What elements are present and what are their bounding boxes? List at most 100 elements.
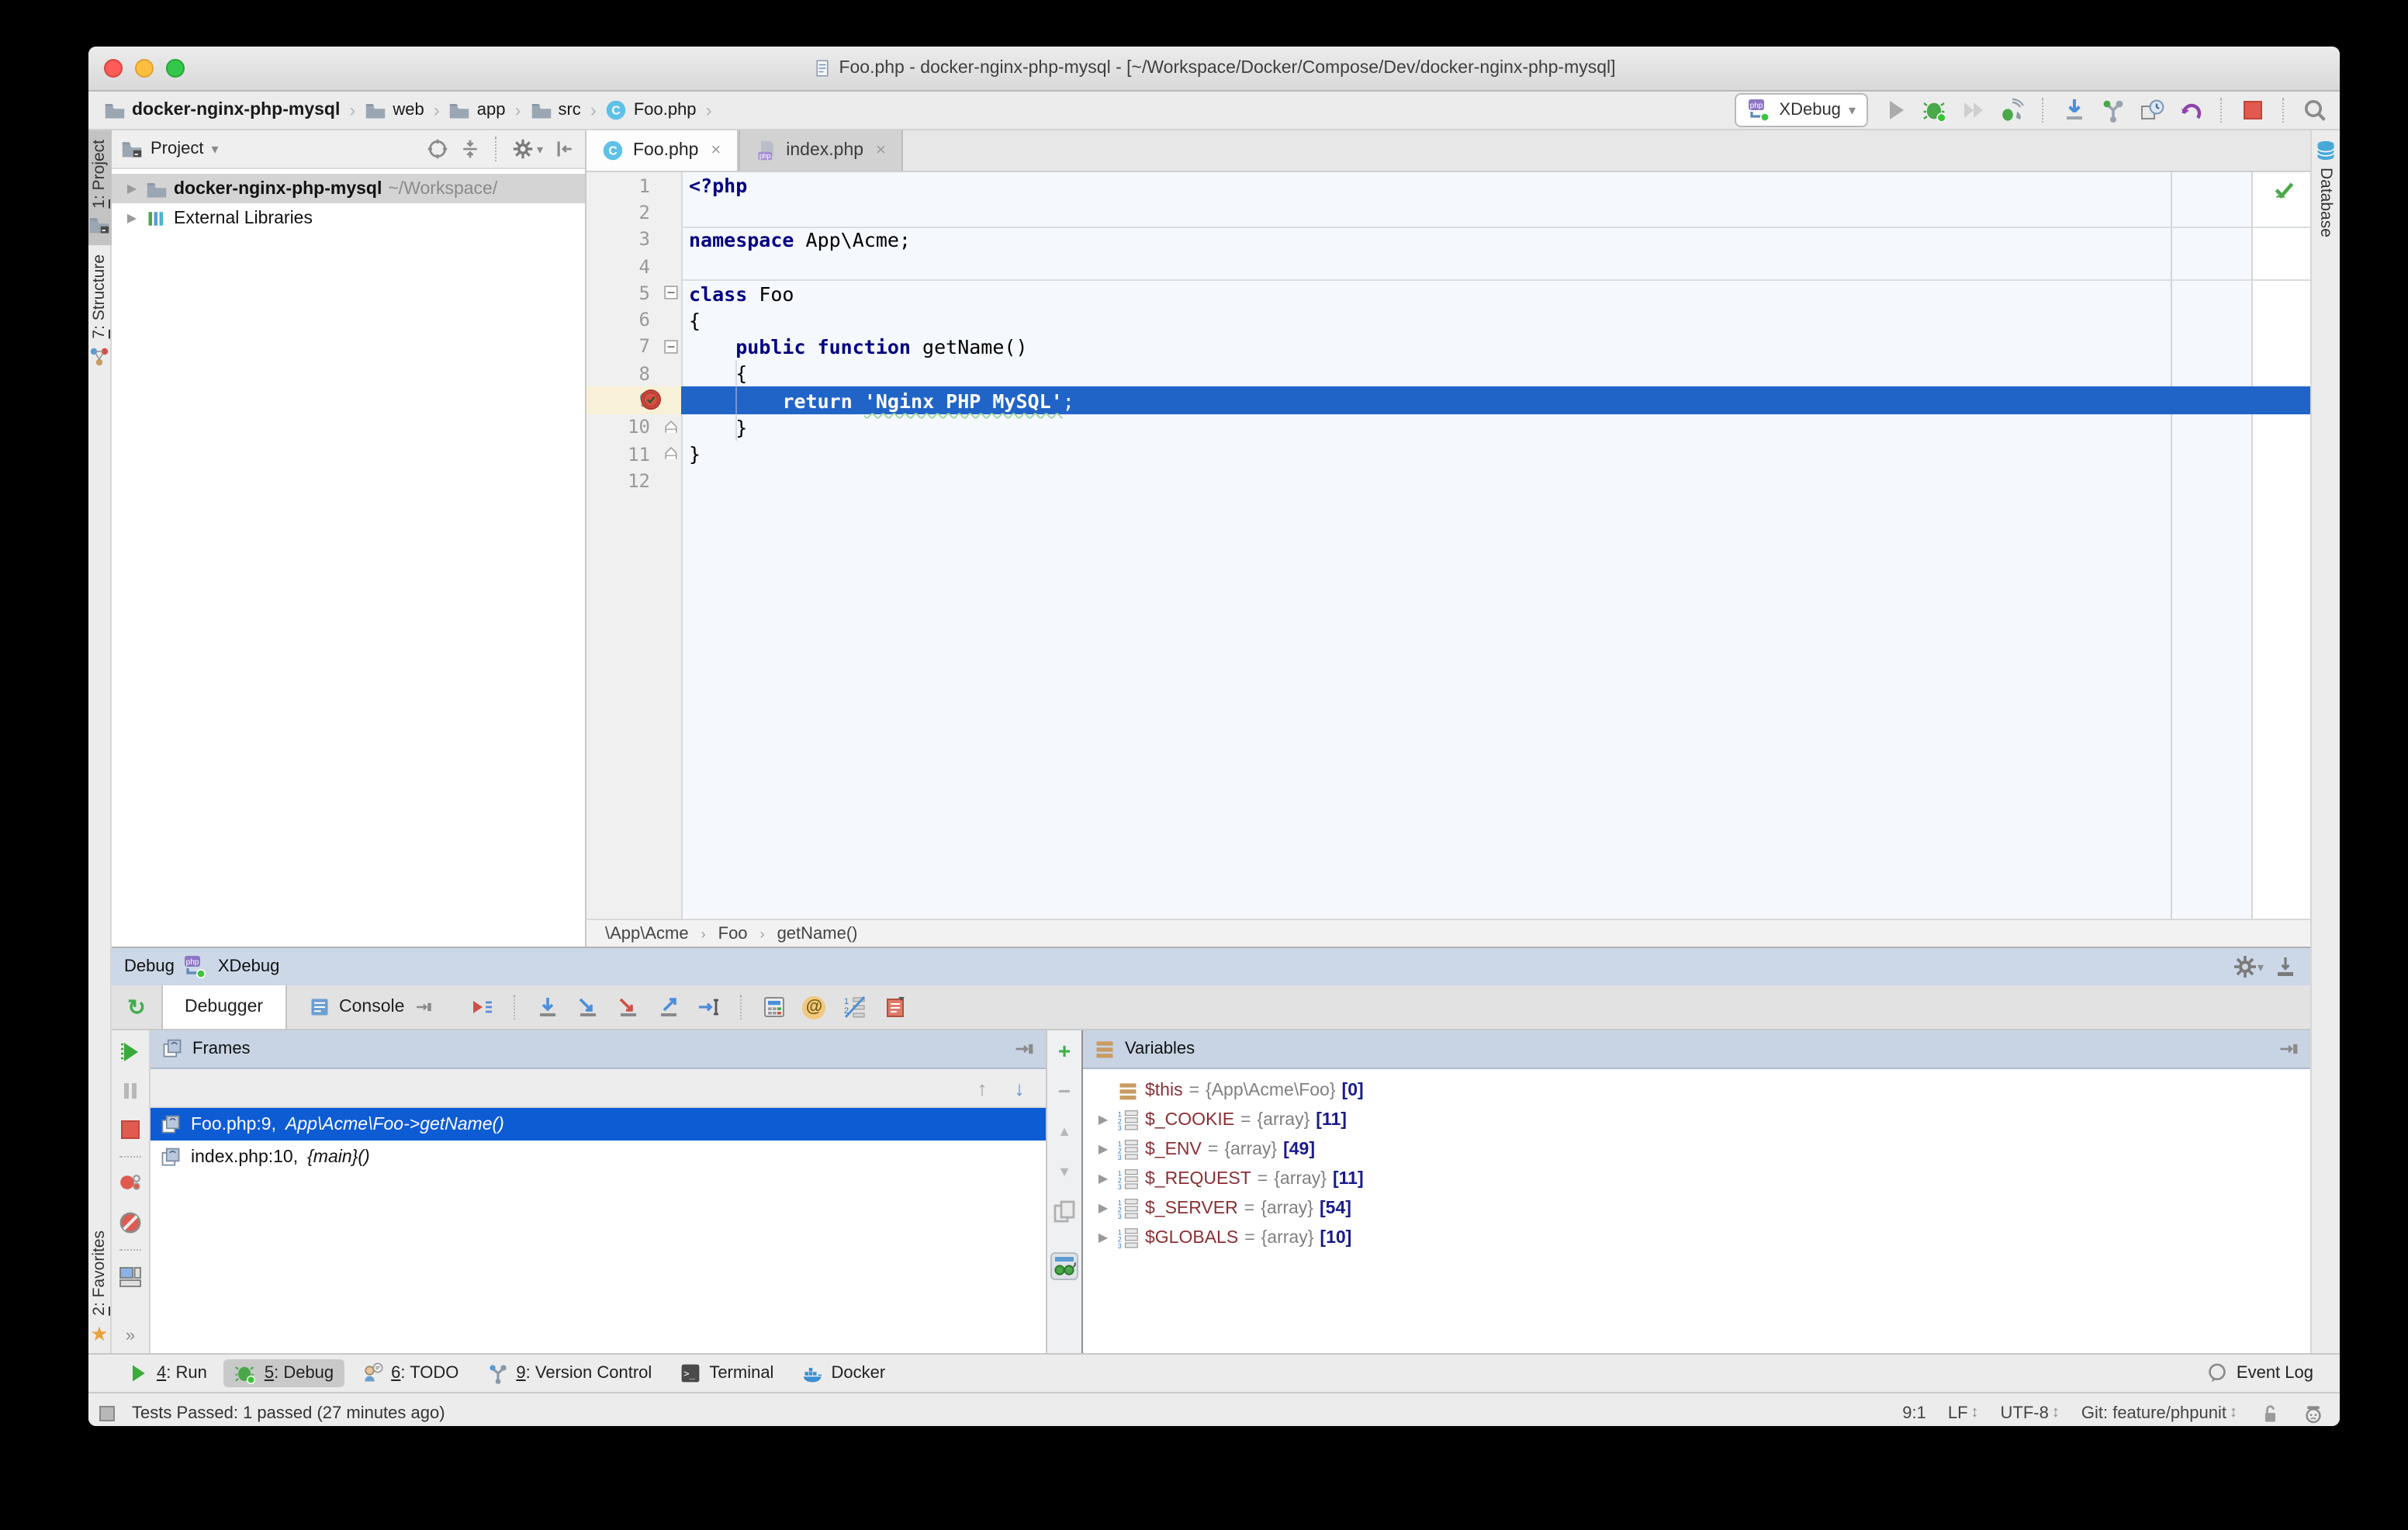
breadcrumb-item[interactable]: web [362, 99, 427, 121]
search-icon[interactable] [2302, 98, 2327, 123]
history-icon[interactable] [2140, 98, 2164, 123]
gear-icon[interactable] [512, 138, 534, 160]
run-to-cursor-icon[interactable] [696, 995, 721, 1019]
breadcrumb-item[interactable]: src [527, 99, 583, 121]
tree-row[interactable]: ▶docker-nginx-php-mysql~/Workspace/ [112, 174, 585, 203]
close-button[interactable] [104, 59, 123, 78]
code-line[interactable]: 3namespace App\Acme; [586, 226, 2310, 253]
stripe-button-database[interactable]: Database [2313, 130, 2338, 247]
expand-arrow-icon[interactable]: ▶ [1095, 1142, 1111, 1156]
hide-left-icon[interactable] [554, 138, 576, 160]
exec-point-icon[interactable] [469, 995, 494, 1019]
expand-arrow-icon[interactable]: ▶ [1095, 1172, 1111, 1186]
toolwindow-button-docker[interactable]: Docker [791, 1359, 896, 1387]
code-line[interactable]: 12 [586, 468, 2310, 495]
line-numbers-icon[interactable]: 12 [842, 995, 867, 1019]
stripe-button----project[interactable]: 1: Project [88, 130, 112, 246]
gutter-cell[interactable]: 12 [586, 468, 681, 495]
restore-view-icon[interactable] [882, 995, 907, 1019]
step-into-icon[interactable] [575, 995, 600, 1019]
remove-watch-icon[interactable]: − [1052, 1078, 1077, 1103]
run-configuration-selector[interactable]: php XDebug ▾ [1734, 93, 1868, 127]
copy-icon[interactable] [1052, 1199, 1077, 1224]
variable-row[interactable]: ▶123$_COOKIE={array}[11] [1083, 1105, 2310, 1134]
up-gray-icon[interactable]: ↑ [971, 1077, 993, 1099]
locate-icon[interactable] [427, 138, 448, 160]
move-down-icon[interactable]: ▼ [1052, 1159, 1077, 1184]
toolwindow-button----todo[interactable]: 6: TODO [351, 1359, 469, 1387]
expand-arrow-icon[interactable]: ▶ [124, 182, 140, 196]
code-line[interactable]: 5class Foo [586, 279, 2310, 306]
gutter-cell[interactable]: 1 [586, 172, 681, 199]
toolwindow-button-event-log[interactable]: Event Log [2196, 1359, 2324, 1387]
gear-icon[interactable] [2233, 954, 2258, 979]
skip-icon[interactable] [1961, 98, 1986, 123]
resume-icon[interactable] [118, 1040, 143, 1064]
code-line[interactable]: 2 [586, 199, 2310, 227]
tab-console[interactable]: Console [286, 985, 454, 1029]
toolwindow-toggle-icon[interactable] [98, 1404, 116, 1422]
gutter-cell[interactable]: 11 [586, 441, 681, 468]
expand-arrow-icon[interactable]: ▶ [1095, 1201, 1111, 1215]
breakpoints-icon[interactable] [118, 1172, 143, 1196]
tree-row[interactable]: ▶External Libraries [112, 203, 585, 233]
gutter-cell[interactable]: 10 [586, 414, 681, 441]
caret-position[interactable]: 9:1 [1902, 1404, 1926, 1422]
debug-header[interactable]: Debug php XDebug ▾ [112, 948, 2310, 985]
update-icon[interactable] [2062, 98, 2087, 123]
code-line[interactable]: 11} [586, 441, 2310, 468]
code-line[interactable]: 6{ [586, 306, 2310, 334]
code-line[interactable]: 1<?php [586, 172, 2310, 199]
code-editor[interactable]: 1<?php23namespace App\Acme;45class Foo6{… [586, 172, 2310, 919]
tab-index-php[interactable]: phpindex.php× [738, 130, 903, 171]
expand-arrow-icon[interactable]: ▶ [1095, 1231, 1111, 1244]
gutter-cell[interactable]: 6 [586, 306, 681, 334]
stripe-button----favorites[interactable]: 2: Favorites★ [88, 1221, 112, 1353]
debug-bug-icon[interactable] [1922, 98, 1947, 123]
toolwindow-button-terminal[interactable]: >_Terminal [669, 1359, 784, 1387]
gutter-cell[interactable]: 3 [586, 226, 681, 253]
fold-end-icon[interactable] [664, 447, 678, 461]
run-gray-icon[interactable] [1884, 98, 1908, 123]
breakpoint-icon[interactable] [641, 390, 661, 410]
mute-breakpoints-icon[interactable] [118, 1210, 143, 1235]
close-icon[interactable]: × [711, 141, 721, 160]
pin-icon[interactable] [1013, 1038, 1035, 1060]
chevron-down-icon[interactable]: ▾ [212, 140, 219, 158]
git-branch-selector[interactable]: Git: feature/phpunit↕ [2081, 1404, 2237, 1422]
zoom-button[interactable] [166, 59, 185, 78]
collapse-icon[interactable] [459, 138, 481, 160]
evaluate-icon[interactable] [761, 995, 786, 1019]
breadcrumb-item[interactable]: docker-nginx-php-mysql [101, 99, 343, 121]
code-line[interactable]: 7 public function getName() [586, 334, 2310, 361]
gutter-cell[interactable]: 9 [586, 387, 681, 414]
variable-row[interactable]: ▶123$GLOBALS={array}[10] [1083, 1223, 2310, 1252]
layout-icon[interactable] [118, 1265, 143, 1289]
stripe-button----structure[interactable]: 7: Structure [88, 246, 112, 377]
toolwindow-button----version-control[interactable]: 9: Version Control [476, 1359, 663, 1387]
line-ending-selector[interactable]: LF↕ [1948, 1404, 1979, 1422]
frame-row[interactable]: Foo.php:9,App\Acme\Foo->getName() [150, 1108, 1046, 1141]
rerun-icon[interactable]: ↻ [124, 995, 149, 1019]
gutter-cell[interactable]: 5 [586, 279, 681, 306]
more-icon[interactable]: » [126, 1327, 135, 1345]
editor-breadcrumb-item[interactable]: getName() [777, 924, 858, 943]
tab-debugger[interactable]: Debugger [161, 985, 286, 1029]
expand-arrow-icon[interactable]: ▶ [1095, 1113, 1111, 1127]
code-line[interactable]: 10 } [586, 414, 2310, 441]
editor-breadcrumb-item[interactable]: Foo [718, 924, 748, 943]
force-step-into-icon[interactable] [615, 995, 640, 1019]
add-watch-icon[interactable]: + [1052, 1038, 1077, 1063]
gutter-cell[interactable]: 4 [586, 253, 681, 280]
title-bar[interactable]: Foo.php - docker-nginx-php-mysql - [~/Wo… [88, 47, 2340, 92]
editor-breadcrumb-item[interactable]: \App\Acme [605, 924, 689, 943]
code-line[interactable]: 4 [586, 253, 2310, 280]
pause-icon[interactable] [118, 1078, 143, 1103]
code-line[interactable]: 9 return 'Nginx PHP MySQL'; [586, 387, 2310, 414]
stop-icon[interactable] [2240, 98, 2265, 123]
gutter-cell[interactable]: 8 [586, 360, 681, 387]
variable-row[interactable]: ▶123$_ENV={array}[49] [1083, 1134, 2310, 1164]
variable-row[interactable]: ▶123$_REQUEST={array}[11] [1083, 1164, 2310, 1193]
toolwindow-button----debug[interactable]: 5: Debug [224, 1359, 344, 1387]
pin-icon[interactable] [2278, 1038, 2299, 1060]
